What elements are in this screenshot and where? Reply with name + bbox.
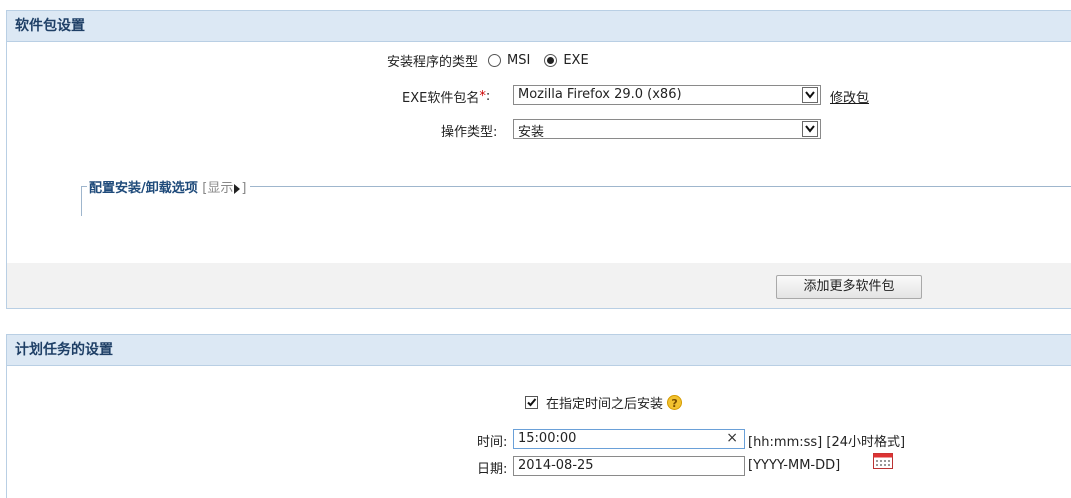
- exe-radio[interactable]: [544, 54, 558, 67]
- msi-radio[interactable]: [488, 54, 502, 67]
- exe-label-row: EXE软件包名 *:: [402, 87, 490, 106]
- install-after-label[interactable]: 在指定时间之后安装: [546, 393, 663, 412]
- exe-package-value: Mozilla Firefox 29.0 (x86): [518, 87, 682, 102]
- show-toggle-text[interactable]: 显示: [207, 181, 233, 196]
- chevron-down-icon[interactable]: [802, 87, 818, 103]
- operation-label-row: 操作类型:: [441, 121, 497, 140]
- date-format-hint: [YYYY-MM-DD]: [748, 458, 841, 473]
- calendar-icon[interactable]: [873, 453, 893, 469]
- time-label-row: 时间:: [477, 431, 507, 450]
- add-more-packages-button[interactable]: 添加更多软件包: [776, 275, 922, 299]
- exe-radio-label[interactable]: EXE: [563, 53, 588, 68]
- date-label-row: 日期:: [477, 458, 507, 477]
- exe-package-label: EXE软件包名: [402, 91, 480, 106]
- time-value: 15:00:00: [518, 431, 577, 446]
- time-input[interactable]: 15:00:00 ×: [513, 429, 745, 449]
- modify-package-link[interactable]: 修改包: [830, 87, 869, 106]
- help-icon[interactable]: ?: [667, 395, 683, 410]
- operation-type-value: 安装: [518, 125, 545, 140]
- config-toggle[interactable]: [显示]: [202, 181, 246, 196]
- package-settings-title: 软件包设置: [7, 11, 1071, 42]
- installer-type-label: 安装程序的类型: [387, 55, 479, 70]
- time-label: 时间:: [477, 435, 508, 450]
- date-value: 2014-08-25: [518, 458, 594, 473]
- date-input[interactable]: 2014-08-25: [513, 456, 745, 476]
- config-fieldset-left-border: [81, 186, 82, 216]
- exe-package-select[interactable]: Mozilla Firefox 29.0 (x86): [513, 85, 821, 105]
- schedule-settings-panel: 计划任务的设置 在指定时间之后安装 ? 时间: 15:00:00 × [hh:m…: [6, 334, 1071, 498]
- time-format-hint: [hh:mm:ss] [24小时格式]: [748, 435, 906, 450]
- operation-type-select[interactable]: 安装: [513, 119, 821, 140]
- checkmark-icon: [527, 398, 537, 407]
- schedule-settings-title: 计划任务的设置: [7, 335, 1071, 366]
- chevron-down-icon[interactable]: [802, 121, 818, 137]
- installer-type-row: 安装程序的类型 MSI EXE: [387, 51, 589, 70]
- exe-package-colon: :: [485, 89, 491, 104]
- toggle-close-bracket: ]: [241, 181, 247, 196]
- install-after-row: 在指定时间之后安装 ?: [525, 393, 683, 412]
- package-settings-panel: 软件包设置 安装程序的类型 MSI EXE EXE软件包名 *: Mozilla …: [6, 10, 1071, 309]
- install-after-checkbox[interactable]: [525, 396, 538, 409]
- msi-radio-label[interactable]: MSI: [507, 53, 530, 68]
- clear-icon[interactable]: ×: [726, 430, 738, 446]
- date-label: 日期:: [477, 462, 508, 477]
- config-options-legend: 配置安装/卸载选项 [显示]: [87, 177, 251, 196]
- operation-type-label: 操作类型:: [441, 125, 498, 140]
- config-options-title: 配置安装/卸载选项: [89, 181, 198, 196]
